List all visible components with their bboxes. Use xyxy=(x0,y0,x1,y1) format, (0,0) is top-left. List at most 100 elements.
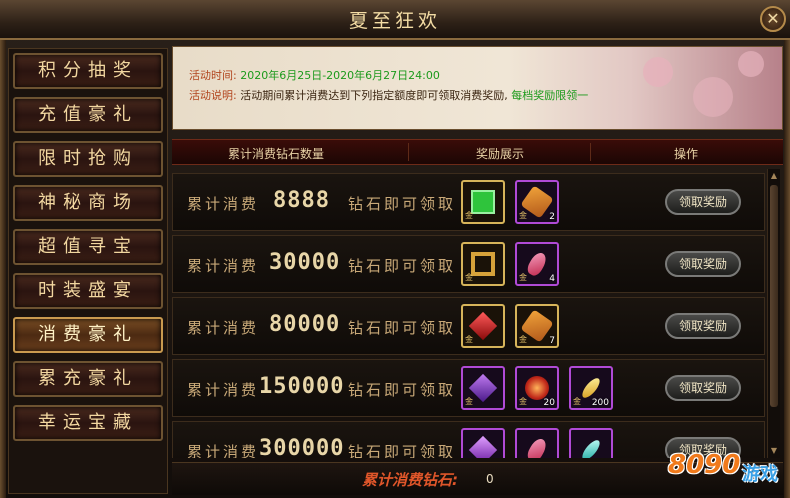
frame-left xyxy=(0,40,6,498)
title-bar: 夏至狂欢 ✕ xyxy=(0,0,790,40)
reward-item[interactable]: 金 2 xyxy=(515,180,559,224)
reward-item[interactable]: 金 xyxy=(461,428,505,458)
row-prefix: 累计消费 xyxy=(187,257,260,275)
row-amount: 8888 xyxy=(273,188,330,213)
table-row: 累计消费 30000 钻石即可领取 金 金 4 领取奖励 xyxy=(172,235,765,293)
row-suffix: 钻石即可领取 xyxy=(348,257,457,275)
claim-reward-button[interactable]: 领取奖励 xyxy=(665,375,741,401)
red-seal-icon xyxy=(525,376,549,400)
event-time-line: 活动时间: 2020年6月25日-2020年6月27日24:00 xyxy=(189,67,440,83)
bound-lock-icon: 金 xyxy=(519,211,527,220)
close-button[interactable]: ✕ xyxy=(760,6,786,32)
reward-list-scrollbar[interactable]: ▲ ▼ xyxy=(767,169,780,458)
window-title: 夏至狂欢 xyxy=(348,10,441,32)
row-suffix: 钻石即可领取 xyxy=(348,319,457,337)
item-count: 2 xyxy=(549,212,555,222)
sidebar-item-cumulative-recharge[interactable]: 累充豪礼 xyxy=(13,361,163,397)
event-desc-value: 活动期间累计消费达到下列指定额度即可领取消费奖励, xyxy=(240,89,508,102)
reward-list: 累计消费 8888 钻石即可领取 金 金 2 领取奖励 累计消费 30000 钻… xyxy=(172,169,765,458)
row-prefix: 累计消费 xyxy=(187,319,260,337)
row-amount: 150000 xyxy=(259,374,345,399)
header-rewards: 奖励展示 xyxy=(476,147,525,161)
site-watermark-logo: 8090 游戏 xyxy=(668,444,788,498)
reward-item[interactable]: 金 200 xyxy=(569,428,613,458)
header-action: 操作 xyxy=(674,147,699,161)
row-suffix: 钻石即可领取 xyxy=(348,381,457,399)
claim-reward-button[interactable]: 领取奖励 xyxy=(665,189,741,215)
violet-crystal-icon xyxy=(468,435,498,458)
row-amount: 80000 xyxy=(269,312,341,337)
claim-reward-button[interactable]: 领取奖励 xyxy=(665,313,741,339)
bound-lock-icon: 金 xyxy=(465,397,473,406)
bound-lock-icon: 金 xyxy=(519,335,527,344)
event-desc-line: 活动说明: 活动期间累计消费达到下列指定额度即可领取消费奖励, 每档奖励限领一 xyxy=(189,87,588,103)
row-amount: 300000 xyxy=(259,436,345,458)
blossom-decoration xyxy=(738,51,764,77)
event-time-value: 2020年6月25日-2020年6月27日24:00 xyxy=(240,69,440,82)
reward-item[interactable]: 金 xyxy=(461,180,505,224)
bound-lock-icon: 金 xyxy=(465,211,473,220)
header-amount: 累计消费钻石数量 xyxy=(228,147,325,161)
gold-feather-icon xyxy=(579,375,603,401)
bound-lock-icon: 金 xyxy=(465,335,473,344)
sidebar-item-mystery-shop[interactable]: 神秘商场 xyxy=(13,185,163,221)
pink-crystal-icon xyxy=(524,436,550,458)
reward-item[interactable]: 金 200 xyxy=(569,366,613,410)
item-count: 7 xyxy=(549,336,555,346)
sidebar: 积分抽奖 充值豪礼 限时抢购 神秘商场 超值寻宝 时装盛宴 消费豪礼 累充豪礼 … xyxy=(8,48,168,494)
event-desc-label: 活动说明: xyxy=(189,89,237,102)
bound-lock-icon: 金 xyxy=(519,273,527,282)
row-suffix: 钻石即可领取 xyxy=(348,195,457,213)
row-suffix: 钻石即可领取 xyxy=(348,443,457,458)
header-divider xyxy=(408,143,409,161)
reward-item[interactable]: 金 4 xyxy=(515,242,559,286)
table-row: 累计消费 150000 钻石即可领取 金 金 20 金 200 领取奖励 xyxy=(172,359,765,417)
event-desc-note: 每档奖励限领一 xyxy=(511,89,589,102)
reward-item[interactable]: 金 xyxy=(461,242,505,286)
sidebar-item-spending-gift[interactable]: 消费豪礼 xyxy=(13,317,163,353)
watermark-text-game: 游戏 xyxy=(742,464,778,485)
reward-item[interactable]: 金 20 xyxy=(515,366,559,410)
item-count: 4 xyxy=(549,274,555,284)
row-prefix: 累计消费 xyxy=(187,381,260,399)
total-spent-value: 0 xyxy=(486,472,494,486)
table-row: 累计消费 8888 钻石即可领取 金 金 2 领取奖励 xyxy=(172,173,765,231)
pink-crystal-icon xyxy=(524,250,550,278)
cyan-feather-icon xyxy=(579,437,603,458)
sidebar-item-recharge-gift[interactable]: 充值豪礼 xyxy=(13,97,163,133)
main-content: 活动时间: 2020年6月25日-2020年6月27日24:00 活动说明: 活… xyxy=(172,46,783,495)
green-gem-icon xyxy=(471,190,495,214)
table-header: 累计消费钻石数量 奖励展示 操作 xyxy=(172,139,783,165)
row-amount: 30000 xyxy=(269,250,341,275)
total-spent-label: 累计消费钻石: xyxy=(362,471,458,489)
scroll-up-icon[interactable]: ▲ xyxy=(769,171,779,181)
row-prefix: 累计消费 xyxy=(187,443,260,458)
purple-gem-icon xyxy=(468,373,498,403)
blossom-decoration xyxy=(643,57,673,87)
reward-item[interactable]: 金 xyxy=(461,366,505,410)
blossom-decoration xyxy=(693,77,733,117)
event-window: 夏至狂欢 ✕ 积分抽奖 充值豪礼 限时抢购 神秘商场 超值寻宝 时装盛宴 消费豪… xyxy=(0,0,790,498)
red-gem-icon xyxy=(468,311,498,341)
gold-box-icon xyxy=(471,252,495,276)
sidebar-item-fashion-feast[interactable]: 时装盛宴 xyxy=(13,273,163,309)
frame-right xyxy=(784,40,790,498)
event-time-label: 活动时间: xyxy=(189,69,237,82)
sidebar-item-treasure-hunt[interactable]: 超值寻宝 xyxy=(13,229,163,265)
reward-item[interactable]: 金 xyxy=(515,428,559,458)
reward-item[interactable]: 金 xyxy=(461,304,505,348)
row-prefix: 累计消费 xyxy=(187,195,260,213)
sidebar-item-flash-sale[interactable]: 限时抢购 xyxy=(13,141,163,177)
table-row: 累计消费 80000 钻石即可领取 金 金 7 领取奖励 xyxy=(172,297,765,355)
sidebar-item-lucky-treasure[interactable]: 幸运宝藏 xyxy=(13,405,163,441)
event-banner: 活动时间: 2020年6月25日-2020年6月27日24:00 活动说明: 活… xyxy=(172,46,783,130)
header-divider xyxy=(590,143,591,161)
watermark-text-number: 8090 xyxy=(668,450,741,480)
scrollbar-thumb[interactable] xyxy=(770,185,778,407)
bound-lock-icon: 金 xyxy=(519,397,527,406)
reward-item[interactable]: 金 7 xyxy=(515,304,559,348)
item-count: 20 xyxy=(543,398,555,408)
sidebar-item-points-lottery[interactable]: 积分抽奖 xyxy=(13,53,163,89)
item-count: 200 xyxy=(591,398,609,408)
claim-reward-button[interactable]: 领取奖励 xyxy=(665,251,741,277)
